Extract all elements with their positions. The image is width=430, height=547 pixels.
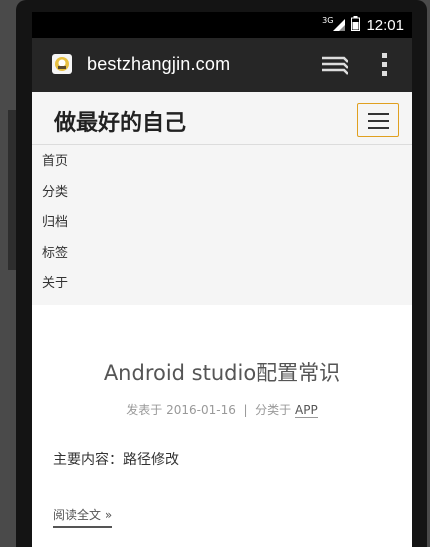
nav-item-home[interactable]: 首页: [42, 150, 68, 169]
hamburger-icon[interactable]: [357, 103, 399, 137]
battery-icon: [351, 15, 361, 35]
category-link[interactable]: APP: [295, 403, 318, 418]
post-meta: 发表于 2016-01-16 | 分类于 APP: [32, 401, 412, 418]
hamburger-line: [368, 113, 389, 115]
favicon: [52, 54, 72, 74]
nav-item-categories[interactable]: 分类: [42, 181, 68, 200]
nav-menu: 首页 分类 归档 标签 关于: [32, 145, 412, 305]
hamburger-line: [368, 127, 389, 129]
nav-item-archives[interactable]: 归档: [42, 211, 68, 230]
browser-toolbar: bestzhangjin.com: [32, 38, 412, 92]
read-more-link[interactable]: 阅读全文 »: [53, 506, 113, 528]
post-title[interactable]: Android studio配置常识: [32, 357, 412, 387]
nav-item-tags[interactable]: 标签: [42, 242, 68, 261]
status-icons: 3G 12:01: [322, 12, 404, 38]
post-date: 发表于 2016-01-16: [126, 403, 236, 417]
meta-separator: |: [243, 403, 248, 417]
clock: 12:01: [366, 16, 404, 34]
site-header: 做最好的自己: [32, 92, 412, 145]
nav-item-about[interactable]: 关于: [42, 272, 68, 291]
status-bar: 3G 12:01: [32, 12, 412, 38]
hamburger-line: [368, 120, 389, 122]
device-side-button: [8, 110, 16, 270]
signal-icon: [333, 16, 346, 35]
phone-screen: 3G 12:01 bestzhangjin.com 做最好的自己 首页 分类 归…: [32, 12, 412, 547]
network-type: 3G: [322, 15, 334, 25]
category-label: 分类于: [255, 403, 292, 417]
tabs-icon[interactable]: [322, 55, 349, 79]
post-excerpt: 主要内容：路径修改: [53, 452, 179, 468]
site-title[interactable]: 做最好的自己: [54, 105, 186, 137]
overflow-menu-icon[interactable]: [382, 52, 388, 80]
url-bar[interactable]: bestzhangjin.com: [87, 54, 230, 75]
